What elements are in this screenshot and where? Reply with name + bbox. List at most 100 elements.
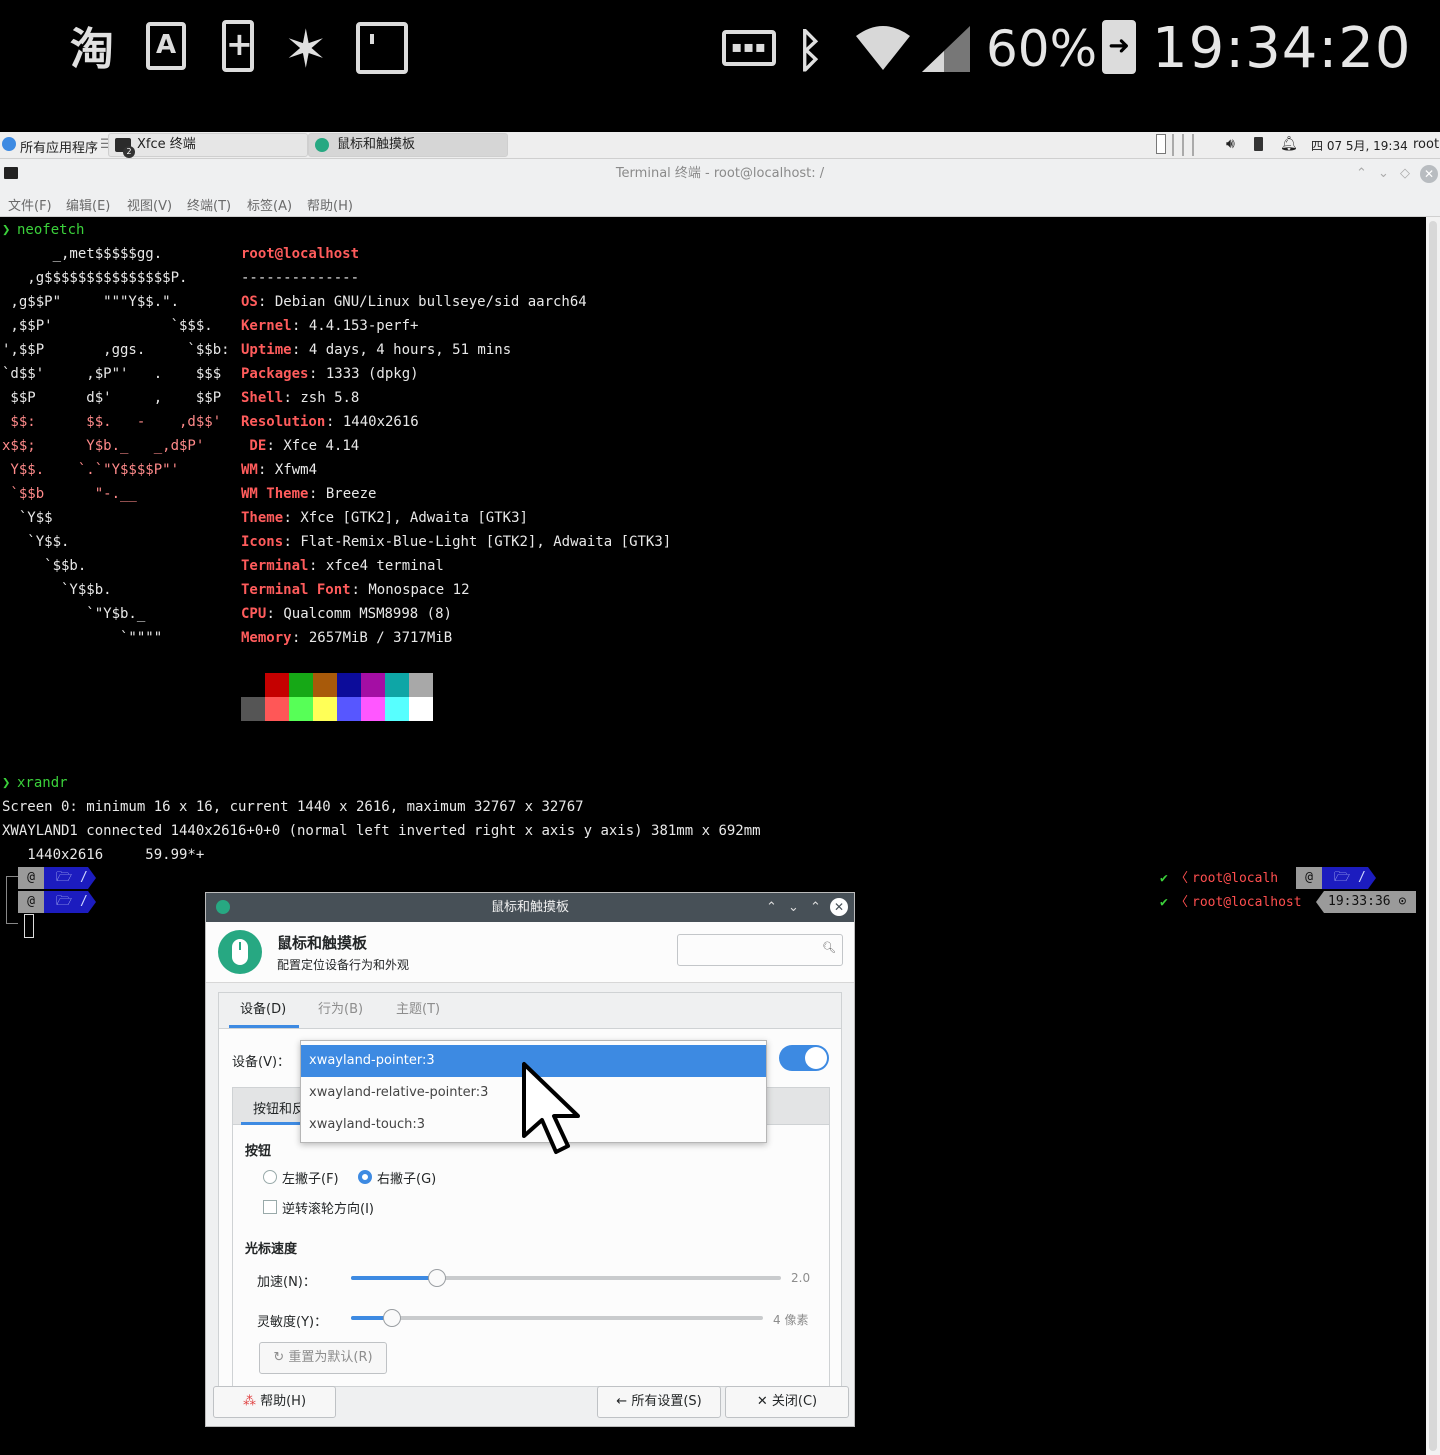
reverse-scroll-label[interactable]: 逆转滚轮方向(I) — [282, 1198, 374, 1217]
command-xrandr: xrandr — [17, 775, 68, 791]
mouse-touchpad-dialog: 鼠标和触摸板 ⌃ ⌄ ⌃ ✕ 鼠标和触摸板 配置定位设备行为和外观 🔍︎ 设备(… — [205, 892, 855, 1427]
acceleration-slider-handle[interactable] — [428, 1269, 446, 1287]
menu-file[interactable]: 文件(F) — [8, 195, 52, 214]
maximize-icon[interactable]: ⌃ — [810, 893, 821, 922]
terminal-titlebar[interactable]: Terminal 终端 - root@localhost: / ⌃ ⌄ ◇ ✕ — [0, 159, 1440, 189]
all-settings-button[interactable]: ← 所有设置(S) — [597, 1386, 721, 1418]
info-value: : 4 days, 4 hours, 51 mins — [292, 342, 512, 358]
sensitivity-slider-handle[interactable] — [383, 1309, 401, 1327]
close-button[interactable]: ✕ 关闭(C) — [725, 1386, 849, 1418]
info-key: Terminal Font — [241, 582, 351, 598]
task-terminal[interactable]: 2 Xfce 终端 — [108, 133, 308, 158]
mouse-app-icon — [216, 900, 230, 914]
keyboard-icon: ▪▪▪ — [722, 30, 776, 66]
close-icon[interactable]: ✕ — [1420, 165, 1438, 183]
notification-bell-icon[interactable]: 🔔︎ — [1280, 136, 1298, 152]
search-input[interactable]: 🔍︎ — [677, 934, 843, 966]
acceleration-label: 加速(N)： — [257, 1275, 316, 1290]
tab-behavior[interactable]: 行为(B) — [318, 993, 363, 1027]
status-ok-icon: ✔ — [1160, 895, 1168, 910]
apps-menu-label[interactable]: 所有应用程序 — [20, 137, 98, 156]
workspace-switcher-1[interactable] — [1156, 134, 1166, 154]
right-prompt-time: 19:33:36 ⊙ — [1324, 891, 1416, 913]
info-key: WM — [241, 462, 258, 478]
close-x-icon: ✕ — [756, 1394, 768, 1409]
mouse-app-icon — [315, 138, 329, 152]
terminal-window-icon — [4, 167, 18, 179]
palette-swatch — [241, 673, 265, 697]
right-prompt-host-2: root@localhost — [1192, 895, 1302, 910]
device-label: 设备(V)： — [232, 1055, 291, 1070]
ascii-logo-line: `Y$$. — [2, 534, 70, 550]
palette-swatch — [409, 697, 433, 721]
battery-icon[interactable] — [1254, 137, 1263, 151]
ascii-logo-line: ,$$P' `$$$. — [2, 318, 213, 334]
menu-terminal[interactable]: 终端(T) — [187, 195, 231, 214]
right-prompt-host-1: root@localh — [1192, 871, 1279, 886]
menu-help[interactable]: 帮助(H) — [307, 195, 353, 214]
window-count-badge: 2 — [123, 146, 135, 158]
left-handed-radio[interactable] — [263, 1170, 277, 1184]
left-handed-label[interactable]: 左撇子(F) — [282, 1168, 339, 1187]
ascii-logo-line: `d$$' ,$P"' . $$$ — [2, 366, 222, 382]
task-mouse-settings[interactable]: 鼠标和触摸板 — [308, 133, 508, 157]
sensitivity-slider[interactable] — [351, 1304, 763, 1332]
volume-icon[interactable]: 🔊︎ — [1226, 136, 1235, 152]
dialog-titlebar[interactable]: 鼠标和触摸板 ⌃ ⌄ ⌃ ✕ — [206, 893, 854, 922]
neofetch-user-host: root@localhost — [241, 246, 360, 262]
palette-swatch — [337, 697, 361, 721]
palette-swatch — [385, 673, 409, 697]
ascii-logo-line: x$$; Y$b._ _,d$P' — [2, 438, 205, 454]
apps-menu-icon[interactable] — [2, 137, 16, 151]
info-key: Shell — [241, 390, 284, 406]
palette-swatch — [241, 697, 265, 721]
info-value: : Flat-Remix-Blue-Light [GTK2], Adwaita … — [283, 534, 672, 550]
close-icon[interactable]: ✕ — [830, 898, 848, 916]
mouse-cursor-icon — [522, 1062, 580, 1154]
shade-icon[interactable]: ⌃ — [1356, 159, 1367, 189]
minimize-icon[interactable]: ⌄ — [1378, 159, 1389, 189]
info-key: CPU — [241, 606, 267, 622]
info-value: : 2657MiB / 3717MiB — [292, 630, 453, 646]
ascii-logo-line: _,met$$$$$gg. — [2, 246, 163, 262]
prompt-os-icon: @ — [18, 891, 44, 913]
reset-icon: ↻ — [273, 1350, 285, 1365]
battery-charging-icon: ➜ — [1102, 20, 1136, 74]
info-value: : zsh 5.8 — [283, 390, 360, 406]
maximize-icon[interactable]: ◇ — [1400, 159, 1410, 189]
right-handed-radio[interactable] — [358, 1170, 372, 1184]
terminal-scrollbar-thumb[interactable] — [1429, 221, 1437, 1451]
panel-user[interactable]: root — [1413, 137, 1439, 152]
palette-swatch — [361, 697, 385, 721]
tab-buttons-and-scroll[interactable]: 按钮和反 — [253, 1098, 305, 1117]
tab-theme[interactable]: 主题(T) — [396, 993, 440, 1027]
help-icon: ⁂ — [242, 1394, 256, 1409]
prompt-dir-segment: 🗁︎ / — [1322, 867, 1368, 889]
tab-devices[interactable]: 设备(D) — [240, 993, 286, 1027]
mouse-icon — [218, 930, 262, 974]
pointer-speed-section-title: 光标速度 — [245, 1242, 298, 1257]
status-ok-icon: ✔ — [1160, 871, 1168, 886]
prompt-os-icon: @ — [1296, 867, 1322, 889]
minimize-icon[interactable]: ⌄ — [788, 893, 799, 922]
help-button[interactable]: ⁂ 帮助(H) — [213, 1386, 336, 1418]
menu-edit[interactable]: 编辑(E) — [66, 195, 110, 214]
ascii-logo-line: $$P d$' , $$P — [2, 390, 222, 406]
info-key: WM Theme — [241, 486, 309, 502]
sensitivity-label: 灵敏度(Y)： — [257, 1315, 328, 1330]
panel-datetime[interactable]: 四 07 5月, 19:34 — [1311, 137, 1408, 154]
menu-view[interactable]: 视图(V) — [127, 195, 172, 214]
reset-defaults-button[interactable]: ↻ 重置为默认(R) — [259, 1342, 387, 1374]
menu-tabs[interactable]: 标签(A) — [247, 195, 292, 214]
shade-icon[interactable]: ⌃ — [766, 893, 777, 922]
bluetooth-icon: ᛒ — [796, 23, 824, 77]
clock-icon: ⊙ — [1398, 894, 1407, 909]
right-handed-label[interactable]: 右撇子(G) — [377, 1168, 436, 1187]
ascii-logo-line: ,g$$P" """Y$$.". — [2, 294, 180, 310]
device-enabled-toggle[interactable] — [779, 1045, 829, 1071]
neofetch-separator: -------------- — [241, 270, 360, 286]
battery-percent: 60% — [986, 20, 1098, 78]
acceleration-slider[interactable] — [351, 1264, 781, 1292]
info-key: Resolution — [241, 414, 326, 430]
reverse-scroll-checkbox[interactable] — [263, 1200, 277, 1214]
